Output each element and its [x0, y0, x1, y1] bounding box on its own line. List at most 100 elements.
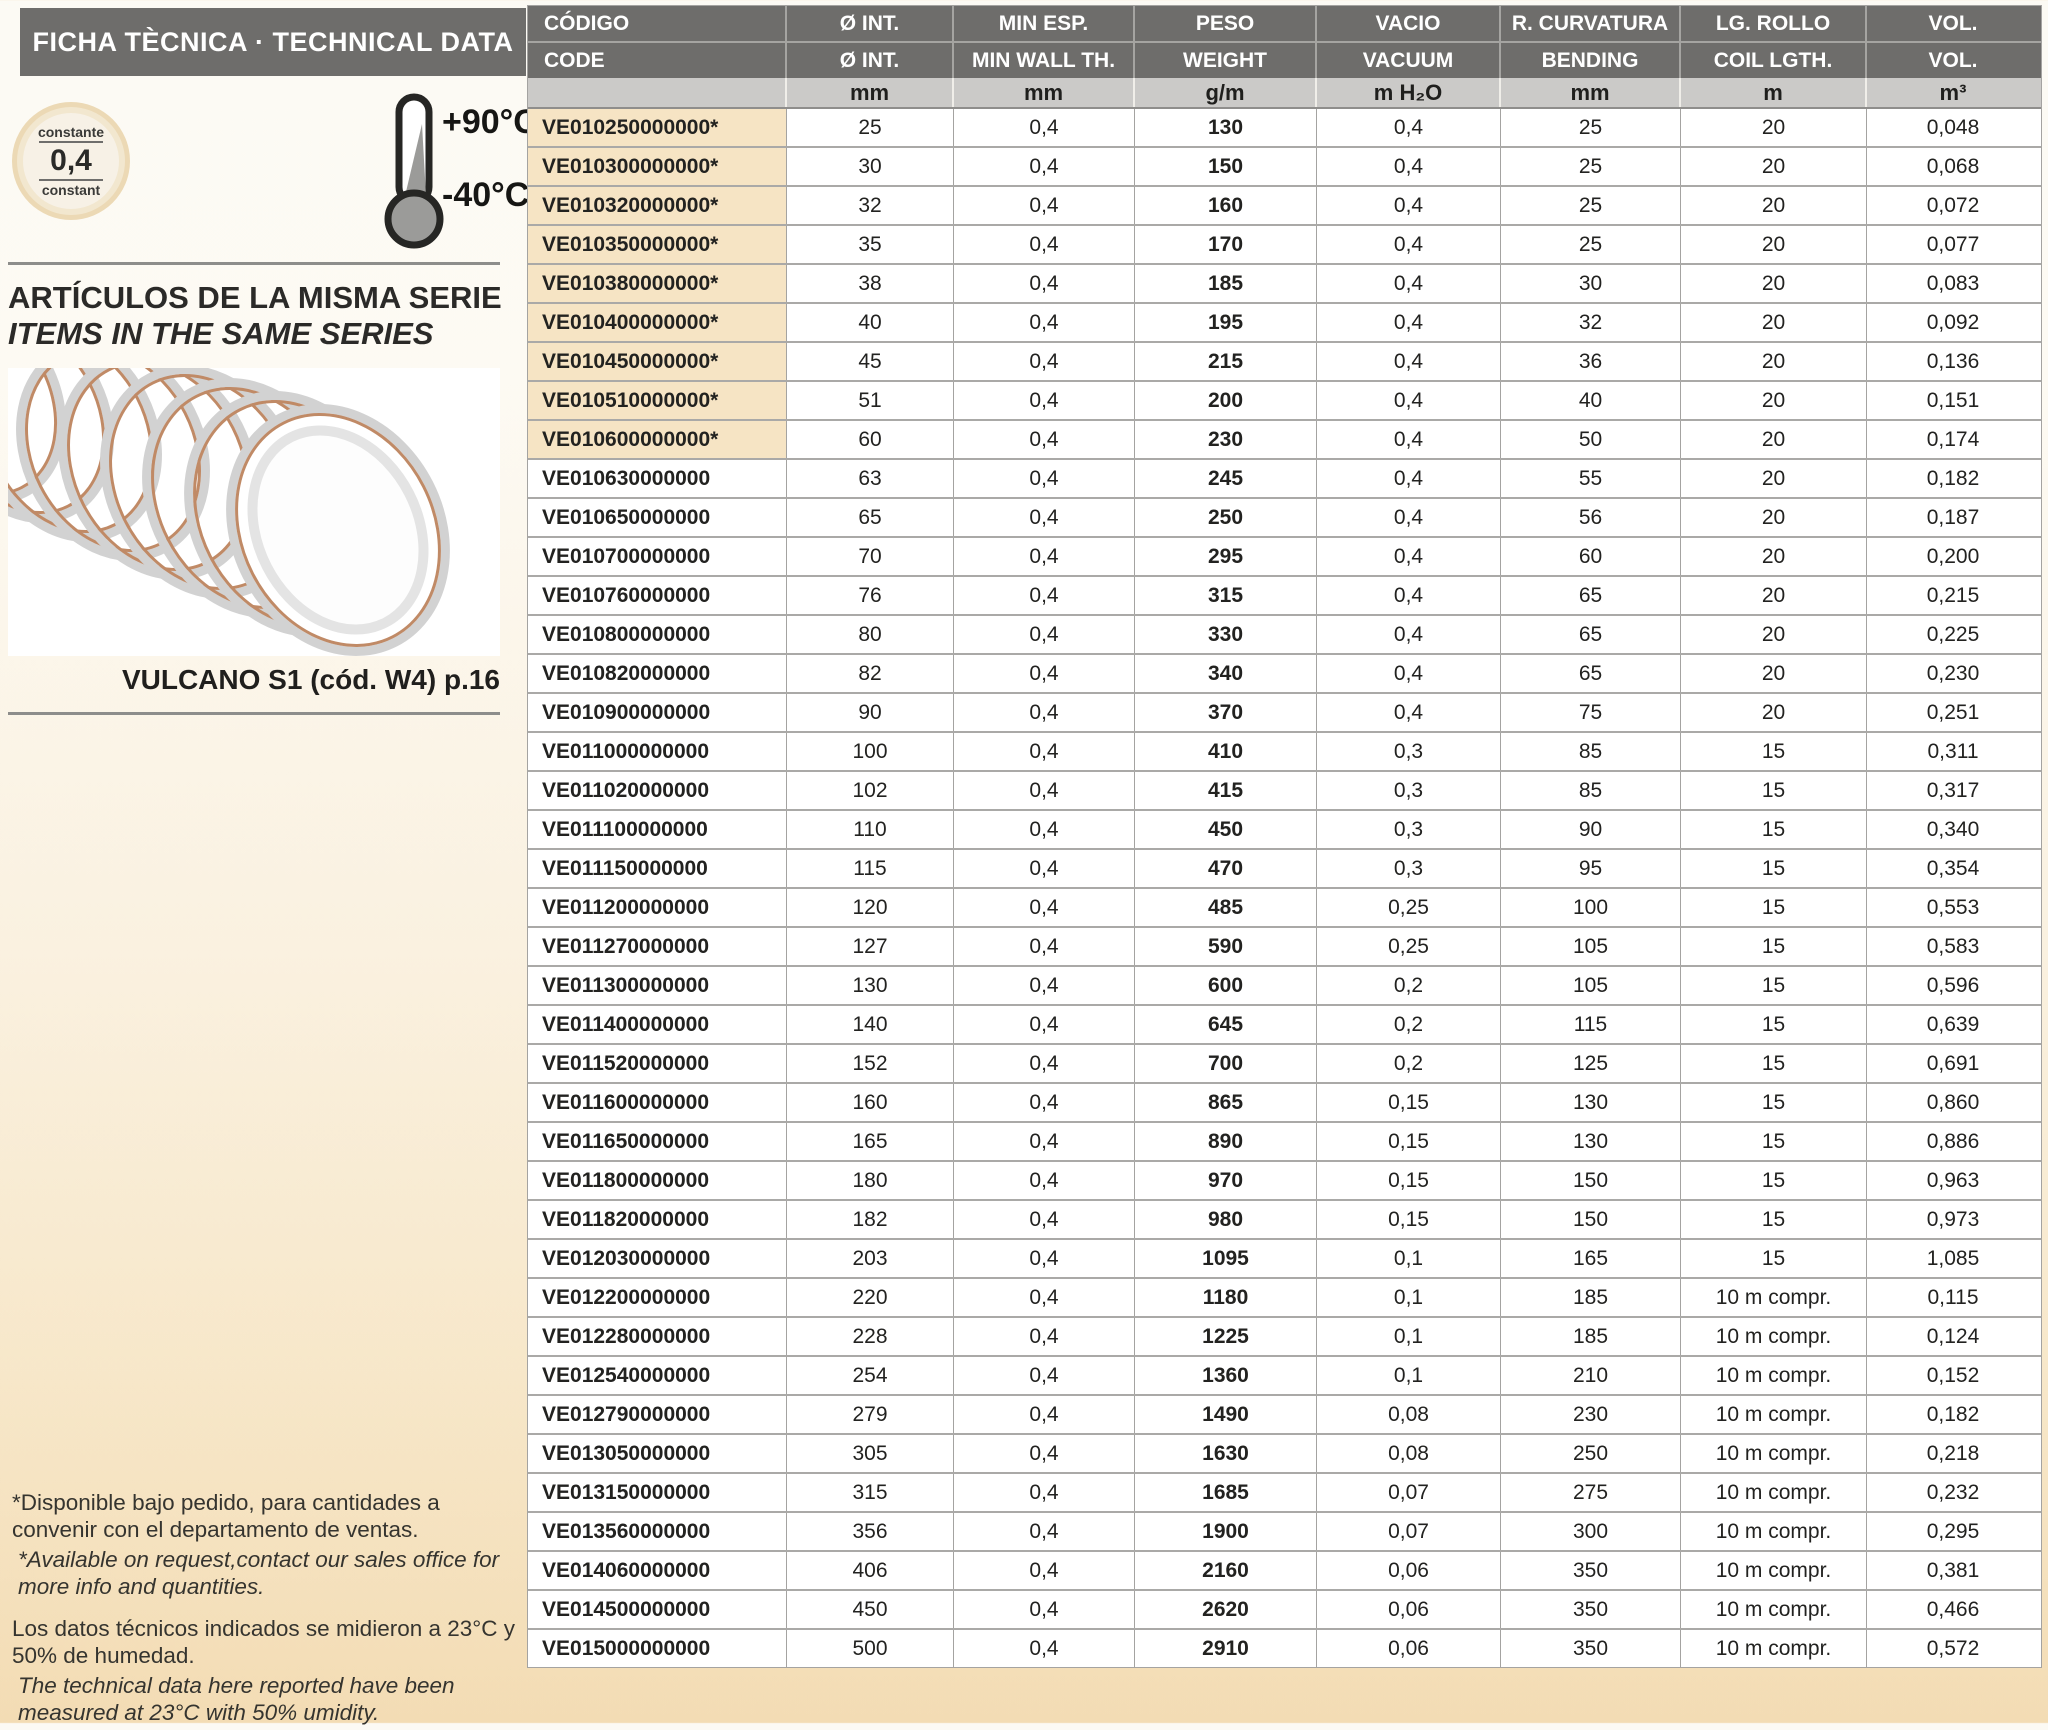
cell-vacuum: 0,2: [1317, 1045, 1501, 1082]
cell-min-wall: 0,4: [954, 1123, 1135, 1160]
cell-coil-length: 20: [1681, 382, 1867, 419]
table-row: VE0122800000002280,412250,118510 m compr…: [528, 1318, 2041, 1357]
cell-bending: 130: [1501, 1084, 1681, 1121]
cell-diameter: 70: [787, 538, 954, 575]
cell-diameter: 110: [787, 811, 954, 848]
cell-code: VE010650000000: [528, 499, 787, 536]
cell-code: VE011150000000: [528, 850, 787, 887]
cell-vacuum: 0,07: [1317, 1474, 1501, 1511]
cell-code: VE013560000000: [528, 1513, 787, 1550]
cell-code: VE010320000000*: [528, 187, 787, 224]
cell-diameter: 182: [787, 1201, 954, 1238]
header-es-3: PESO: [1135, 6, 1317, 41]
cell-code: VE010760000000: [528, 577, 787, 614]
cell-diameter: 76: [787, 577, 954, 614]
cell-diameter: 63: [787, 460, 954, 497]
cell-bending: 350: [1501, 1630, 1681, 1667]
table-row: VE0135600000003560,419000,0730010 m comp…: [528, 1513, 2041, 1552]
table-row: VE010510000000*510,42000,440200,151: [528, 382, 2041, 421]
table-row: VE0127900000002790,414900,0823010 m comp…: [528, 1396, 2041, 1435]
cell-volume: 0,311: [1867, 733, 2039, 770]
cell-code: VE011100000000: [528, 811, 787, 848]
cell-volume: 0,092: [1867, 304, 2039, 341]
header-es-4: VACIO: [1317, 6, 1501, 41]
cell-coil-length: 20: [1681, 577, 1867, 614]
footnote-measured-en: The technical data here reported have be…: [12, 1673, 517, 1726]
cell-bending: 250: [1501, 1435, 1681, 1472]
cell-code: VE010450000000*: [528, 343, 787, 380]
cell-volume: 0,151: [1867, 382, 2039, 419]
header-es-0: CÓDIGO: [528, 6, 787, 41]
cell-code: VE012200000000: [528, 1279, 787, 1316]
cell-bending: 36: [1501, 343, 1681, 380]
cell-weight: 170: [1135, 226, 1317, 263]
cell-diameter: 120: [787, 889, 954, 926]
cell-min-wall: 0,4: [954, 499, 1135, 536]
cell-bending: 90: [1501, 811, 1681, 848]
cell-volume: 0,251: [1867, 694, 2039, 731]
cell-weight: 1360: [1135, 1357, 1317, 1394]
cell-volume: 0,295: [1867, 1513, 2039, 1550]
same-series-title-es: ARTÍCULOS DE LA MISMA SERIE: [8, 280, 502, 316]
cell-weight: 970: [1135, 1162, 1317, 1199]
table-row: VE010760000000760,43150,465200,215: [528, 577, 2041, 616]
cell-coil-length: 15: [1681, 1240, 1867, 1277]
unit-4: m H₂O: [1317, 78, 1501, 107]
cell-min-wall: 0,4: [954, 1513, 1135, 1550]
table-row: VE0150000000005000,429100,0635010 m comp…: [528, 1630, 2041, 1667]
cell-code: VE011600000000: [528, 1084, 787, 1121]
cell-weight: 700: [1135, 1045, 1317, 1082]
cell-coil-length: 15: [1681, 928, 1867, 965]
cell-bending: 75: [1501, 694, 1681, 731]
cell-diameter: 25: [787, 109, 954, 146]
cell-bending: 40: [1501, 382, 1681, 419]
table-row: VE010450000000*450,42150,436200,136: [528, 343, 2041, 382]
badge-label-es: constante: [38, 125, 104, 139]
unit-1: mm: [787, 78, 954, 107]
cell-vacuum: 0,4: [1317, 655, 1501, 692]
cell-min-wall: 0,4: [954, 1435, 1135, 1472]
cell-coil-length: 15: [1681, 733, 1867, 770]
cell-bending: 100: [1501, 889, 1681, 926]
cell-vacuum: 0,4: [1317, 694, 1501, 731]
header-es-2: MIN ESP.: [954, 6, 1135, 41]
table-row: VE010820000000820,43400,465200,230: [528, 655, 2041, 694]
cell-coil-length: 20: [1681, 460, 1867, 497]
unit-5: mm: [1501, 78, 1681, 107]
cell-vacuum: 0,15: [1317, 1162, 1501, 1199]
cell-volume: 0,048: [1867, 109, 2039, 146]
cell-code: VE011300000000: [528, 967, 787, 1004]
table-units-row: mmmmg/mm H₂Ommmm³: [528, 78, 2041, 109]
cell-diameter: 115: [787, 850, 954, 887]
cell-weight: 645: [1135, 1006, 1317, 1043]
cell-diameter: 40: [787, 304, 954, 341]
cell-volume: 0,466: [1867, 1591, 2039, 1628]
cell-min-wall: 0,4: [954, 772, 1135, 809]
divider-line: [8, 712, 500, 715]
cell-diameter: 140: [787, 1006, 954, 1043]
cell-min-wall: 0,4: [954, 967, 1135, 1004]
cell-min-wall: 0,4: [954, 655, 1135, 692]
table-row: VE010380000000*380,41850,430200,083: [528, 265, 2041, 304]
cell-min-wall: 0,4: [954, 1201, 1135, 1238]
cell-vacuum: 0,15: [1317, 1084, 1501, 1121]
cell-vacuum: 0,4: [1317, 538, 1501, 575]
cell-weight: 590: [1135, 928, 1317, 965]
cell-code: VE012280000000: [528, 1318, 787, 1355]
cell-coil-length: 20: [1681, 226, 1867, 263]
cell-coil-length: 15: [1681, 889, 1867, 926]
cell-diameter: 45: [787, 343, 954, 380]
table-row: VE010600000000*600,42300,450200,174: [528, 421, 2041, 460]
cell-vacuum: 0,3: [1317, 811, 1501, 848]
cell-diameter: 356: [787, 1513, 954, 1550]
cell-code: VE011020000000: [528, 772, 787, 809]
cell-diameter: 80: [787, 616, 954, 653]
cell-volume: 0,381: [1867, 1552, 2039, 1589]
cell-volume: 0,083: [1867, 265, 2039, 302]
table-row: VE0112000000001200,44850,25100150,553: [528, 889, 2041, 928]
spiral-hose-photo: [8, 368, 500, 656]
unit-2: mm: [954, 78, 1135, 107]
cell-bending: 25: [1501, 148, 1681, 185]
table-header-row-en: CODEØ INT.MIN WALL TH.WEIGHTVACUUMBENDIN…: [528, 43, 2041, 78]
cell-vacuum: 0,3: [1317, 733, 1501, 770]
